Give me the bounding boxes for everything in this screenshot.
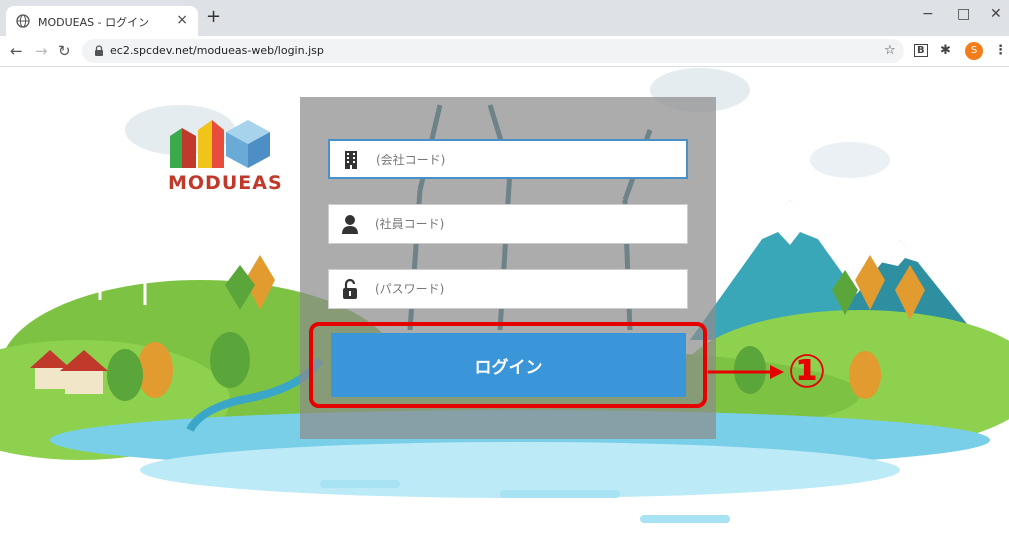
extensions-puzzle-icon[interactable]: ✱ xyxy=(940,43,951,58)
logo-wordmark: MODUEAS xyxy=(168,172,283,194)
callout-number: ① xyxy=(787,344,827,398)
password-field[interactable] xyxy=(328,269,688,309)
employee-code-input[interactable] xyxy=(373,205,677,243)
employee-code-field[interactable] xyxy=(328,204,688,244)
unlock-icon xyxy=(343,278,357,299)
profile-avatar[interactable]: S xyxy=(965,42,983,60)
logo-mark xyxy=(170,120,270,168)
globe-icon xyxy=(16,14,30,28)
tab-close-icon[interactable]: × xyxy=(176,12,188,28)
bookmark-star-icon[interactable]: ☆ xyxy=(884,43,896,58)
reload-icon[interactable]: ↻ xyxy=(58,42,71,60)
minimize-icon[interactable]: − xyxy=(922,6,934,22)
menu-icon[interactable]: ⋮ xyxy=(994,43,1007,58)
building-icon xyxy=(345,151,357,169)
forward-icon[interactable]: → xyxy=(35,42,48,60)
password-input[interactable] xyxy=(373,270,677,308)
address-bar[interactable]: ec2.spcdev.net/modueas-web/login.jsp xyxy=(82,39,904,63)
callout-arrow xyxy=(708,365,784,379)
new-tab-button[interactable]: + xyxy=(206,8,221,26)
company-code-input[interactable] xyxy=(374,141,678,179)
browser-tab[interactable]: MODUEAS - ログイン × xyxy=(6,6,198,36)
browser-tab-strip: MODUEAS - ログイン × + − □ ✕ xyxy=(0,0,1009,36)
maximize-icon[interactable]: □ xyxy=(957,6,970,22)
window-close-icon[interactable]: ✕ xyxy=(990,6,1002,22)
lock-icon[interactable] xyxy=(92,44,106,58)
browser-toolbar: ← → ↻ ec2.spcdev.net/modueas-web/login.j… xyxy=(0,36,1009,67)
url-text: ec2.spcdev.net/modueas-web/login.jsp xyxy=(110,44,324,57)
login-highlight-box xyxy=(309,322,707,408)
extension-b-icon[interactable]: B xyxy=(914,44,928,57)
back-icon[interactable]: ← xyxy=(10,42,23,60)
company-code-field[interactable] xyxy=(328,139,688,179)
user-icon xyxy=(342,215,358,234)
tab-title: MODUEAS - ログイン xyxy=(38,16,150,29)
